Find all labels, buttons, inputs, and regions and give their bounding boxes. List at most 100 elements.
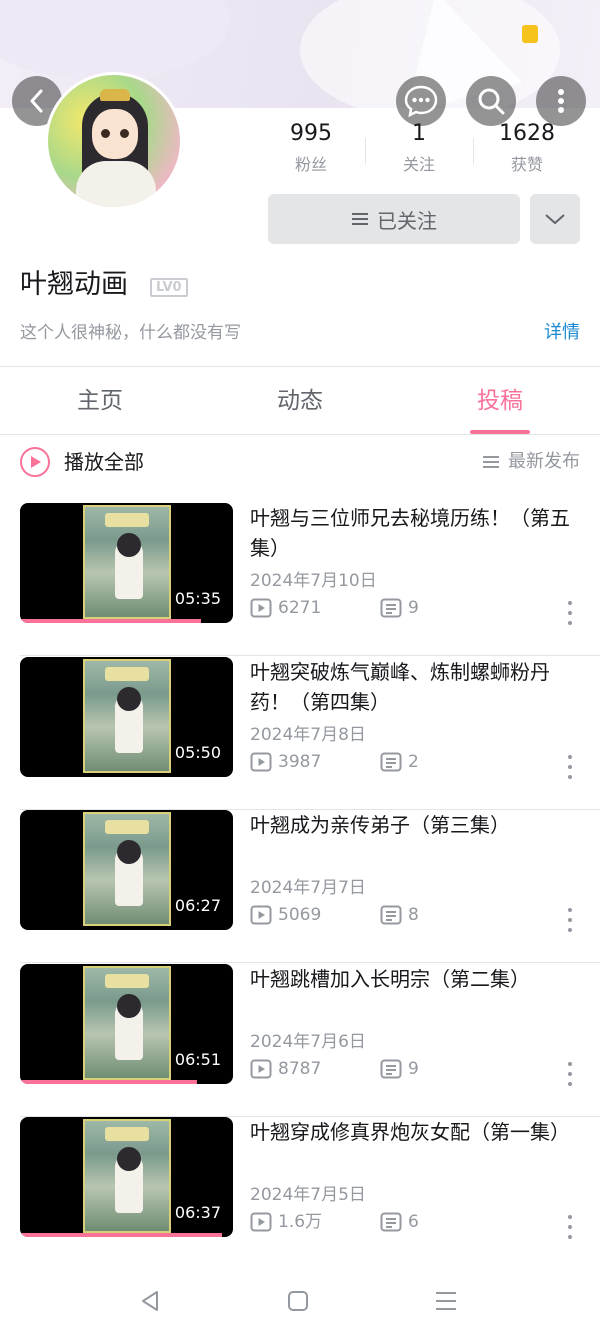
video-date: 2024年7月6日 bbox=[250, 1032, 366, 1052]
video-more-button[interactable] bbox=[560, 755, 580, 779]
detail-link[interactable]: 详情 bbox=[544, 320, 580, 346]
dot bbox=[568, 1225, 572, 1229]
stat-following[interactable]: 1 关注 bbox=[364, 118, 474, 180]
divider bbox=[0, 366, 600, 367]
poster-figure-head bbox=[117, 840, 141, 864]
play-icon bbox=[31, 456, 41, 468]
dot bbox=[568, 755, 572, 759]
stat-label: 关注 bbox=[402, 155, 435, 174]
video-play-count: 5069 bbox=[250, 903, 380, 927]
video-date: 2024年7月5日 bbox=[250, 1185, 366, 1205]
play-count-value: 5069 bbox=[278, 905, 322, 925]
sort-lines-icon bbox=[483, 456, 499, 468]
video-item[interactable]: 05:35 叶翘与三位师兄去秘境历练！（第五集） 2024年7月10日 6271 bbox=[0, 503, 600, 656]
dot bbox=[568, 601, 572, 605]
video-date: 2024年7月10日 bbox=[250, 571, 377, 591]
video-thumbnail[interactable]: 06:37 bbox=[20, 1117, 233, 1237]
play-count-icon bbox=[250, 1212, 272, 1232]
video-item[interactable]: 06:27 叶翘成为亲传弟子（第三集） 2024年7月7日 5069 8 bbox=[0, 810, 600, 963]
video-stats: 5069 8 bbox=[250, 903, 419, 927]
search-icon bbox=[478, 88, 505, 115]
divider bbox=[20, 655, 600, 656]
danmaku-icon bbox=[380, 752, 402, 772]
video-title[interactable]: 叶翘与三位师兄去秘境历练！（第五集） bbox=[250, 503, 580, 563]
banner-badge-icon bbox=[522, 25, 538, 43]
stat-label: 粉丝 bbox=[294, 155, 327, 174]
video-play-count: 1.6万 bbox=[250, 1210, 380, 1234]
followed-button[interactable]: 已关注 bbox=[268, 194, 520, 244]
video-duration: 05:50 bbox=[174, 743, 221, 762]
watch-progress-bar bbox=[20, 619, 202, 623]
video-stats: 6271 9 bbox=[250, 596, 419, 620]
video-more-button[interactable] bbox=[560, 908, 580, 932]
dot bbox=[568, 918, 572, 922]
video-stats: 8787 9 bbox=[250, 1057, 419, 1081]
tab-home[interactable]: 主页 bbox=[0, 383, 200, 419]
avatar[interactable] bbox=[45, 72, 183, 210]
video-item[interactable]: 06:37 叶翘穿成修真界炮灰女配（第一集） 2024年7月5日 1.6万 6 bbox=[0, 1117, 600, 1270]
dot bbox=[568, 1082, 572, 1086]
video-title[interactable]: 叶翘跳槽加入长明宗（第二集） bbox=[250, 964, 580, 994]
video-comment-count: 6 bbox=[380, 1210, 419, 1234]
video-title[interactable]: 叶翘突破炼气巅峰、炼制螺蛳粉丹药！（第四集） bbox=[250, 657, 580, 717]
video-item[interactable]: 05:50 叶翘突破炼气巅峰、炼制螺蛳粉丹药！（第四集） 2024年7月8日 3… bbox=[0, 657, 600, 810]
tab-uploads[interactable]: 投稿 bbox=[400, 383, 600, 419]
dot bbox=[568, 1072, 572, 1076]
video-date: 2024年7月8日 bbox=[250, 725, 366, 745]
play-all-icon[interactable] bbox=[20, 447, 50, 477]
play-count-icon bbox=[250, 905, 272, 925]
avatar-eye bbox=[120, 129, 129, 138]
video-thumbnail[interactable]: 05:35 bbox=[20, 503, 233, 623]
recommend-dropdown-button[interactable] bbox=[530, 194, 580, 244]
play-all-button[interactable]: 播放全部 bbox=[64, 447, 144, 477]
play-count-value: 3987 bbox=[278, 752, 322, 772]
comment-count-value: 6 bbox=[408, 1212, 419, 1232]
nav-home-button[interactable] bbox=[283, 1286, 313, 1316]
video-poster bbox=[83, 812, 171, 926]
menu-icon bbox=[436, 1292, 456, 1310]
nav-back-button[interactable] bbox=[135, 1286, 165, 1316]
video-comment-count: 9 bbox=[380, 596, 419, 620]
play-count-icon bbox=[250, 598, 272, 618]
video-duration: 06:37 bbox=[174, 1203, 221, 1222]
video-title[interactable]: 叶翘成为亲传弟子（第三集） bbox=[250, 810, 580, 840]
watch-progress-bar bbox=[20, 1080, 197, 1084]
tab-dynamics[interactable]: 动态 bbox=[200, 383, 400, 419]
stat-value: 995 bbox=[290, 121, 332, 146]
video-thumbnail[interactable]: 06:51 bbox=[20, 964, 233, 1084]
poster-title bbox=[105, 513, 149, 527]
poster-figure-head bbox=[117, 533, 141, 557]
danmaku-icon bbox=[380, 1212, 402, 1232]
video-thumbnail[interactable]: 05:50 bbox=[20, 657, 233, 777]
divider bbox=[0, 434, 600, 435]
play-count-value: 1.6万 bbox=[278, 1212, 323, 1232]
nav-menu-button[interactable] bbox=[431, 1286, 461, 1316]
video-play-count: 6271 bbox=[250, 596, 380, 620]
stat-likes[interactable]: 1628 获赞 bbox=[472, 118, 582, 180]
video-poster bbox=[83, 659, 171, 773]
video-duration: 06:27 bbox=[174, 896, 221, 915]
avatar-crown bbox=[100, 89, 130, 101]
stat-followers[interactable]: 995 粉丝 bbox=[256, 118, 366, 180]
video-poster bbox=[83, 1119, 171, 1233]
banner-decoration bbox=[0, 0, 230, 80]
video-more-button[interactable] bbox=[560, 601, 580, 625]
stat-value: 1 bbox=[412, 121, 426, 146]
poster-figure-head bbox=[117, 1147, 141, 1171]
video-more-button[interactable] bbox=[560, 1215, 580, 1239]
video-title[interactable]: 叶翘穿成修真界炮灰女配（第一集） bbox=[250, 1117, 580, 1147]
username: 叶翘动画 bbox=[20, 269, 128, 300]
stat-label: 获赞 bbox=[510, 155, 543, 174]
chevron-left-icon bbox=[30, 89, 43, 113]
square-home-icon bbox=[288, 1291, 308, 1311]
video-more-button[interactable] bbox=[560, 1062, 580, 1086]
dot bbox=[568, 1235, 572, 1239]
sort-button[interactable]: 最新发布 bbox=[482, 449, 580, 475]
video-play-count: 8787 bbox=[250, 1057, 380, 1081]
comment-count-value: 9 bbox=[408, 598, 419, 618]
video-thumbnail[interactable]: 06:27 bbox=[20, 810, 233, 930]
divider bbox=[20, 962, 600, 963]
video-item[interactable]: 06:51 叶翘跳槽加入长明宗（第二集） 2024年7月6日 8787 9 bbox=[0, 964, 600, 1117]
dot bbox=[568, 765, 572, 769]
video-stats: 3987 2 bbox=[250, 750, 419, 774]
